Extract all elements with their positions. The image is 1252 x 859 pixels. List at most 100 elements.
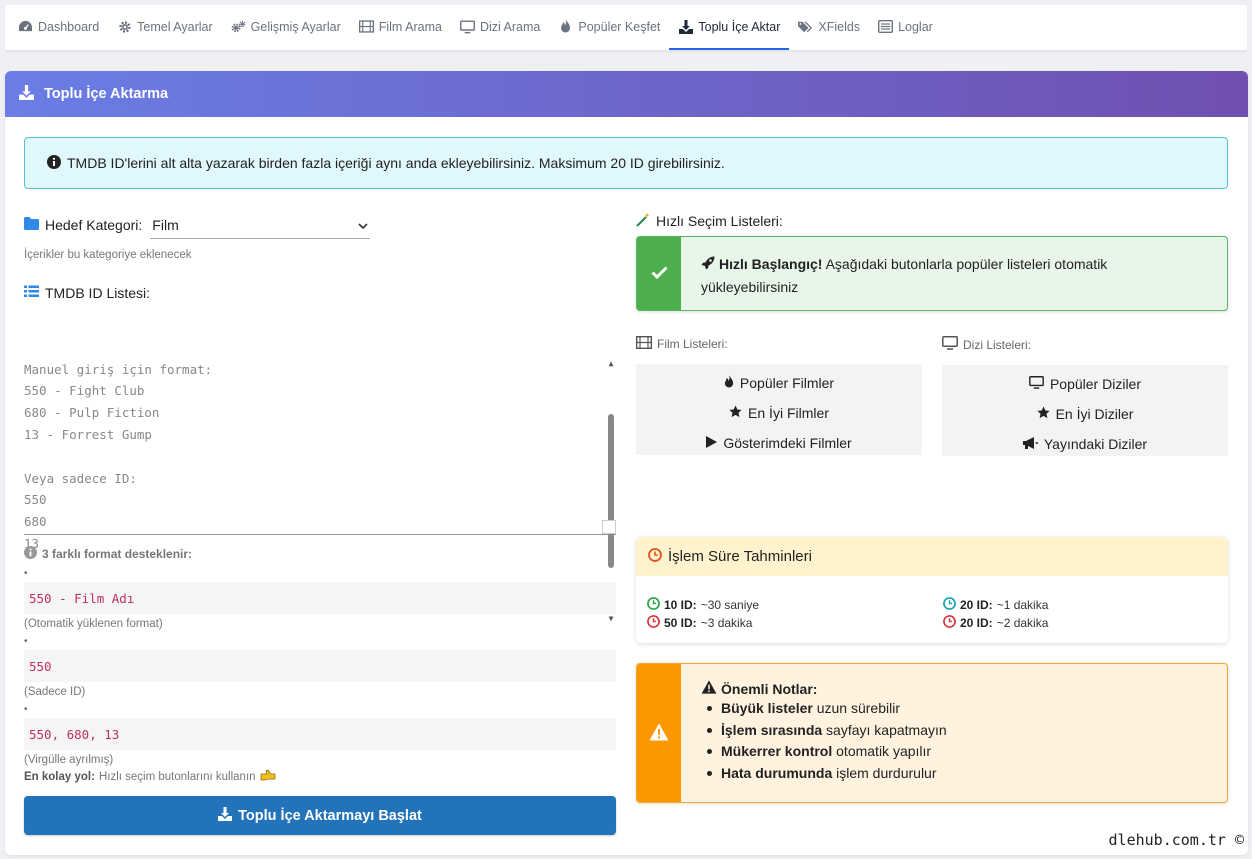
- page-title: Toplu İçe Aktarma: [44, 86, 169, 102]
- warning-triangle-icon: [649, 723, 669, 744]
- time-item-50: 50 ID: ~3 dakika: [647, 615, 752, 631]
- note-text: sayfayı kapatmayın: [822, 721, 947, 738]
- bullhorn-icon: [1022, 436, 1038, 452]
- nav-label: XFields: [818, 19, 861, 34]
- now-playing-films-label: Gösterimdeki Filmler: [723, 435, 852, 451]
- success-side: [637, 237, 681, 310]
- nav-xfields[interactable]: XFields: [789, 5, 869, 50]
- clock-icon: [943, 597, 956, 613]
- note-bold: Büyük listeler: [721, 700, 813, 716]
- note-text: işlem durdurulur: [832, 764, 937, 781]
- quick-start-bold: Hızlı Başlangıç!: [719, 256, 823, 272]
- format-bullet: •: [24, 636, 28, 647]
- important-notes-alert: Önemli Notlar: Büyük listeler uzun süreb…: [636, 663, 1228, 803]
- warning-triangle-icon: [701, 680, 717, 697]
- resize-grip-icon[interactable]: [602, 520, 616, 534]
- nav-label: Toplu İçe Aktar: [698, 19, 781, 34]
- textarea-scrollbar[interactable]: ▲ ▼: [606, 315, 616, 623]
- nav-dizi-arama[interactable]: Dizi Arama: [451, 5, 549, 50]
- film-icon: [635, 335, 653, 352]
- formats-title-row: 3 farklı format desteklenir:: [24, 546, 616, 562]
- film-lists-title-row: Film Listeleri:: [635, 335, 922, 352]
- format-note-1: (Otomatik yüklenen format): [24, 618, 163, 630]
- fire-icon: [724, 374, 734, 392]
- on-air-tv-button[interactable]: Yayındaki Diziler: [942, 429, 1228, 459]
- tmdb-id-textarea[interactable]: Manuel giriş için format: 550 - Fight Cl…: [24, 311, 616, 623]
- time-item-10: 10 ID: ~30 saniye: [647, 597, 759, 613]
- time-estimates-grid: 10 ID: ~30 saniye 20 ID: ~1 dakika 50 ID…: [636, 576, 1228, 643]
- notes-title-row: Önemli Notlar:: [701, 680, 947, 697]
- nav-film-arama[interactable]: Film Arama: [350, 5, 451, 50]
- tv-lists: Dizi Listeleri: Popüler Diziler En İyi D…: [942, 336, 1228, 456]
- chevron-down-icon: [358, 217, 368, 233]
- info-circle-icon: [47, 154, 61, 172]
- category-label: Hedef Kategori:: [45, 217, 143, 233]
- category-select[interactable]: Film: [150, 211, 371, 239]
- tv-icon: [1029, 376, 1044, 392]
- top-films-button[interactable]: En İyi Filmler: [636, 398, 922, 428]
- list-ul-icon: [24, 285, 39, 301]
- easy-way-hint: En kolay yol: Hızlı seçim butonlarını ku…: [24, 769, 616, 784]
- quick-title-row: Hızlı Seçim Listeleri:: [636, 211, 1228, 231]
- clock-icon: [647, 597, 660, 613]
- nav-toplu-ice-aktar[interactable]: Toplu İçe Aktar: [669, 5, 790, 50]
- now-playing-films-button[interactable]: Gösterimdeki Filmler: [636, 428, 922, 458]
- clock-icon: [647, 615, 660, 631]
- rocket-icon: [701, 254, 715, 276]
- category-value: Film: [152, 216, 179, 233]
- note-text: uzun sürebilir: [812, 700, 900, 716]
- notes-title: Önemli Notlar:: [721, 680, 818, 697]
- popular-films-label: Popüler Filmler: [739, 375, 835, 391]
- format-code-2: 550: [24, 650, 616, 682]
- list-item: Büyük listeler uzun sürebilir: [701, 698, 947, 720]
- supported-formats: 3 farklı format desteklenir: • 550 - Fil…: [24, 546, 616, 784]
- tv-lists-title: Dizi Listeleri:: [963, 337, 1032, 352]
- popular-tv-button[interactable]: Popüler Diziler: [942, 369, 1228, 399]
- note-bold: İşlem sırasında: [721, 721, 823, 738]
- on-air-tv-label: Yayındaki Diziler: [1043, 436, 1148, 452]
- info-circle-icon: [24, 546, 37, 562]
- start-import-button[interactable]: Toplu İçe Aktarmayı Başlat: [24, 796, 616, 835]
- nav-temel-ayarlar[interactable]: Temel Ayarlar: [108, 5, 222, 50]
- tags-icon: [798, 19, 813, 34]
- time-estimates-title: İşlem Süre Tahminleri: [668, 548, 812, 565]
- check-icon: [650, 265, 668, 282]
- film-lists-title: Film Listeleri:: [657, 337, 728, 351]
- quick-start-alert: Hızlı Başlangıç! Aşağıdaki butonlarla po…: [636, 236, 1228, 311]
- info-text: TMDB ID'lerini alt alta yazarak birden f…: [67, 155, 725, 171]
- nav-gelismis-ayarlar[interactable]: Gelişmiş Ayarlar: [222, 5, 350, 50]
- scroll-up-icon[interactable]: ▲: [606, 359, 616, 369]
- pointing-hand-icon: [260, 769, 276, 784]
- quick-start-text: Hızlı Başlangıç! Aşağıdaki butonlarla po…: [681, 237, 1227, 310]
- quick-title: Hızlı Seçim Listeleri:: [656, 213, 783, 229]
- tv-icon: [942, 336, 958, 353]
- start-import-label: Toplu İçe Aktarmayı Başlat: [238, 807, 422, 824]
- important-notes-text: Önemli Notlar: Büyük listeler uzun süreb…: [681, 664, 967, 802]
- format-bullet: •: [24, 704, 28, 715]
- note-bold: Hata durumunda: [721, 764, 833, 781]
- time-item-20-b: 20 ID: ~2 dakika: [943, 615, 1048, 631]
- format-note-2: (Sadece ID): [24, 686, 86, 698]
- time-count: 50 ID:: [664, 616, 697, 630]
- category-help: İçerikler bu kategoriye eklenecek: [24, 249, 192, 261]
- popular-tv-label: Popüler Diziler: [1049, 376, 1142, 392]
- nav-dashboard[interactable]: Dashboard: [9, 5, 108, 50]
- format-note-3: (Virgülle ayrılmış): [24, 754, 114, 766]
- clock-icon: [648, 547, 662, 566]
- nav-label: Gelişmiş Ayarlar: [250, 19, 341, 34]
- id-list-row: TMDB ID Listesi:: [24, 285, 616, 301]
- nav-loglar[interactable]: Loglar: [869, 5, 942, 50]
- film-icon: [358, 19, 374, 34]
- nav-populer-kesfet[interactable]: Popüler Keşfet: [549, 5, 669, 50]
- card-header: Toplu İçe Aktarma: [5, 71, 1248, 117]
- list-item: İşlem sırasında sayfayı kapatmayın: [701, 720, 947, 742]
- star-icon: [729, 405, 742, 421]
- popular-films-button[interactable]: Popüler Filmler: [636, 368, 922, 398]
- category-row: Hedef Kategori: Film: [24, 211, 616, 239]
- gears-icon: [231, 19, 246, 34]
- textarea-placeholder: Manuel giriş için format: 550 - Fight Cl…: [24, 361, 213, 551]
- list-item: Hata durumunda işlem durdurulur: [701, 763, 947, 785]
- top-tv-button[interactable]: En İyi Diziler: [942, 399, 1228, 429]
- formats-title: 3 farklı format desteklenir:: [42, 547, 193, 561]
- quick-select-panel: Hızlı Seçim Listeleri: Hızlı Başlangıç! …: [635, 211, 1228, 803]
